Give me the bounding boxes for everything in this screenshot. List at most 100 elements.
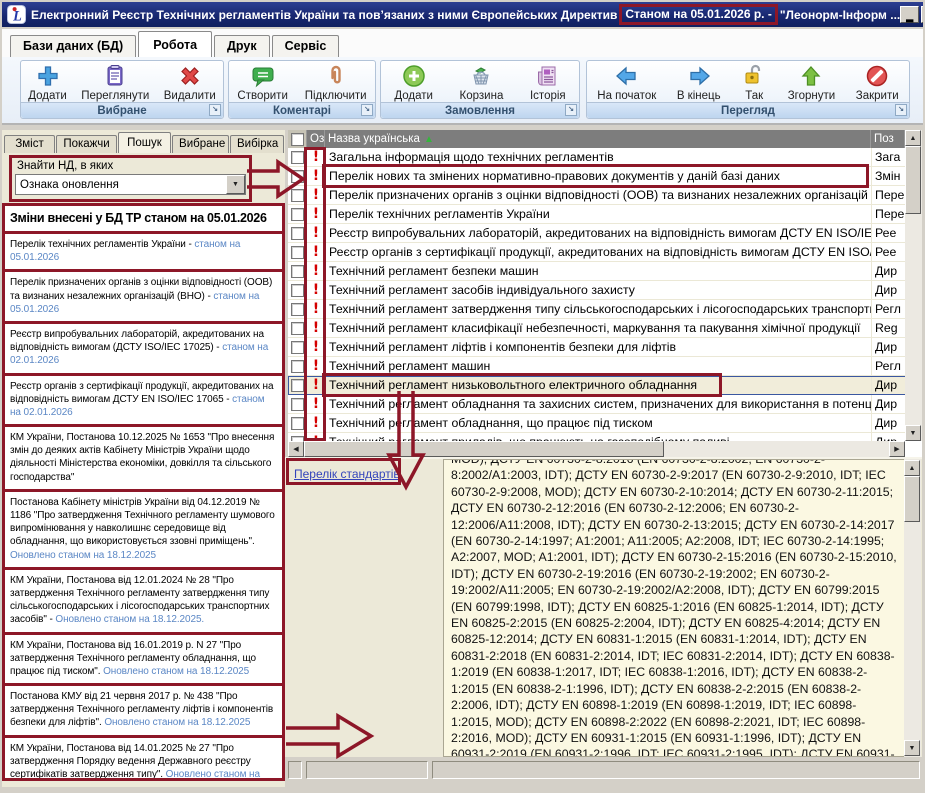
row-name-cell[interactable]: Технічний регламент затвердження типу сі… (325, 300, 871, 318)
menu-tab-1[interactable]: Робота (138, 31, 212, 58)
row-name-cell[interactable]: Технічний регламент обладнання та захисн… (325, 395, 871, 413)
row-checkbox-cell[interactable] (288, 376, 307, 394)
table-horizontal-scrollbar[interactable]: ◀ ▶ (288, 441, 905, 457)
row-name-cell[interactable]: Технічний регламент обладнання, що працю… (325, 414, 871, 432)
row-name-cell[interactable]: Загальна інформація щодо технічних регла… (325, 148, 871, 166)
checkbox[interactable] (291, 208, 304, 221)
checkbox[interactable] (291, 170, 304, 183)
row-name-cell[interactable]: Технічний регламент класифікації небезпе… (325, 319, 871, 337)
row-checkbox-cell[interactable] (288, 414, 307, 432)
update-date-link[interactable]: Оновлено станом на 18.12.2025 (104, 717, 250, 728)
checkbox[interactable] (291, 133, 304, 146)
dialog-launcher-icon[interactable]: ↘ (895, 104, 907, 116)
row-checkbox-cell[interactable] (288, 243, 307, 261)
minimize-icon[interactable]: ▂ (900, 6, 919, 23)
row-checkbox-cell[interactable] (288, 395, 307, 413)
menu-tab-0[interactable]: Бази даних (БД) (10, 35, 136, 57)
row-checkbox-cell[interactable] (288, 281, 307, 299)
sidebar-tab-4[interactable]: Вибірка (230, 135, 284, 153)
scroll-down-icon[interactable]: ▼ (905, 425, 921, 441)
checkbox[interactable] (291, 151, 304, 164)
checkbox[interactable] (291, 360, 304, 373)
maximize-icon[interactable]: ❒ (921, 6, 923, 23)
ribbon-button-0[interactable]: Додати (24, 63, 71, 102)
panel-vertical-scrollbar[interactable]: ▲ ▼ (904, 459, 921, 757)
table-row[interactable]: !Реєстр випробувальних лабораторій, акре… (288, 224, 922, 243)
dialog-launcher-icon[interactable]: ↘ (565, 104, 577, 116)
sidebar-tab-1[interactable]: Покажчи (56, 135, 117, 153)
row-name-cell[interactable]: Реєстр органів з сертифікації продукції,… (325, 243, 871, 261)
checkbox[interactable] (291, 379, 304, 392)
ribbon-button-3[interactable]: Так (737, 63, 771, 102)
table-row[interactable]: !Технічний регламент класифікації небезп… (288, 319, 922, 338)
update-date-link[interactable]: Оновлено станом на 18.12.2025. (55, 614, 204, 625)
row-checkbox-cell[interactable] (288, 300, 307, 318)
checkbox[interactable] (291, 284, 304, 297)
ribbon-button-0[interactable]: Видалити (160, 63, 220, 102)
chevron-down-icon[interactable]: ▼ (226, 175, 245, 194)
row-checkbox-cell[interactable] (288, 433, 307, 441)
ribbon-button-1[interactable]: Підключити (301, 63, 371, 102)
table-row[interactable]: !Технічний регламент приладів, що працюю… (288, 433, 922, 441)
column-header-name[interactable]: Назва українська ▲ (325, 130, 871, 148)
scrollbar-thumb[interactable] (904, 476, 920, 522)
scroll-up-icon[interactable]: ▲ (905, 130, 921, 146)
row-name-cell[interactable]: Технічний регламент приладів, що працюют… (325, 433, 871, 441)
dialog-launcher-icon[interactable]: ↘ (209, 104, 221, 116)
ribbon-button-1[interactable]: Створити (233, 63, 291, 102)
dialog-launcher-icon[interactable]: ↘ (361, 104, 373, 116)
row-name-cell[interactable]: Технічний регламент ліфтів і компонентів… (325, 338, 871, 356)
row-checkbox-cell[interactable] (288, 262, 307, 280)
row-checkbox-cell[interactable] (288, 205, 307, 223)
row-name-cell[interactable]: Технічний регламент безпеки машин (325, 262, 871, 280)
ribbon-button-2[interactable]: Історія (526, 63, 570, 102)
row-name-cell[interactable]: Перелік нових та змінених нормативно-пра… (325, 167, 871, 185)
row-name-cell[interactable]: Перелік технічних регламентів України (325, 205, 871, 223)
table-row[interactable]: !Технічний регламент ліфтів і компоненті… (288, 338, 922, 357)
sidebar-tab-3[interactable]: Вибране (172, 135, 229, 153)
scroll-left-icon[interactable]: ◀ (288, 441, 304, 457)
checkbox[interactable] (291, 417, 304, 430)
row-name-cell[interactable]: Технічний регламент засобів індивідуальн… (325, 281, 871, 299)
checkbox[interactable] (291, 246, 304, 259)
standards-list-link[interactable]: Перелік стандартів (294, 467, 400, 481)
ribbon-button-3[interactable]: Закрити (852, 63, 903, 102)
scroll-right-icon[interactable]: ▶ (889, 441, 905, 457)
row-checkbox-cell[interactable] (288, 224, 307, 242)
ribbon-button-3[interactable]: На початок (593, 63, 660, 102)
standards-text-area[interactable]: MOD); ДСТУ EN 60730-2-8:2016 (EN 60730-2… (443, 459, 905, 757)
checkbox[interactable] (291, 265, 304, 278)
select-all-cell[interactable] (288, 130, 307, 148)
update-date-link[interactable]: Оновлено станом на 18.12.2025 (10, 550, 156, 561)
table-row[interactable]: !Технічний регламент машинРегл (288, 357, 922, 376)
table-row[interactable]: !Технічний регламент затвердження типу с… (288, 300, 922, 319)
ribbon-button-2[interactable]: Додати (390, 63, 437, 102)
row-checkbox-cell[interactable] (288, 186, 307, 204)
scrollbar-thumb[interactable] (905, 146, 921, 214)
row-name-cell[interactable]: Перелік призначених органів з оцінки від… (325, 186, 871, 204)
column-header-pos[interactable]: Поз (871, 130, 905, 148)
table-row[interactable]: !Технічний регламент обладнання та захис… (288, 395, 922, 414)
scroll-down-icon[interactable]: ▼ (904, 740, 920, 756)
menu-tab-2[interactable]: Друк (214, 35, 270, 57)
checkbox[interactable] (291, 398, 304, 411)
checkbox[interactable] (291, 341, 304, 354)
sidebar-tab-2[interactable]: Пошук (118, 132, 171, 153)
checkbox[interactable] (291, 322, 304, 335)
checkbox[interactable] (291, 303, 304, 316)
table-row[interactable]: !Загальна інформація щодо технічних регл… (288, 148, 922, 167)
table-row[interactable]: !Реєстр органів з сертифікації продукції… (288, 243, 922, 262)
column-header-oz[interactable]: Оз (307, 130, 325, 148)
table-row[interactable]: !Технічний регламент обладнання, що прац… (288, 414, 922, 433)
ribbon-button-3[interactable]: В кінець (673, 63, 725, 102)
row-checkbox-cell[interactable] (288, 167, 307, 185)
ribbon-button-0[interactable]: Переглянути (77, 63, 153, 102)
table-row[interactable]: !Технічний регламент низьковольтного еле… (288, 376, 922, 395)
table-row[interactable]: !Перелік призначених органів з оцінки ві… (288, 186, 922, 205)
scrollbar-thumb[interactable] (304, 441, 664, 457)
row-checkbox-cell[interactable] (288, 319, 307, 337)
ribbon-button-2[interactable]: Корзина (456, 63, 508, 102)
checkbox[interactable] (291, 227, 304, 240)
row-name-cell[interactable]: Реєстр випробувальних лабораторій, акред… (325, 224, 871, 242)
sidebar-tab-0[interactable]: Зміст (4, 135, 55, 153)
